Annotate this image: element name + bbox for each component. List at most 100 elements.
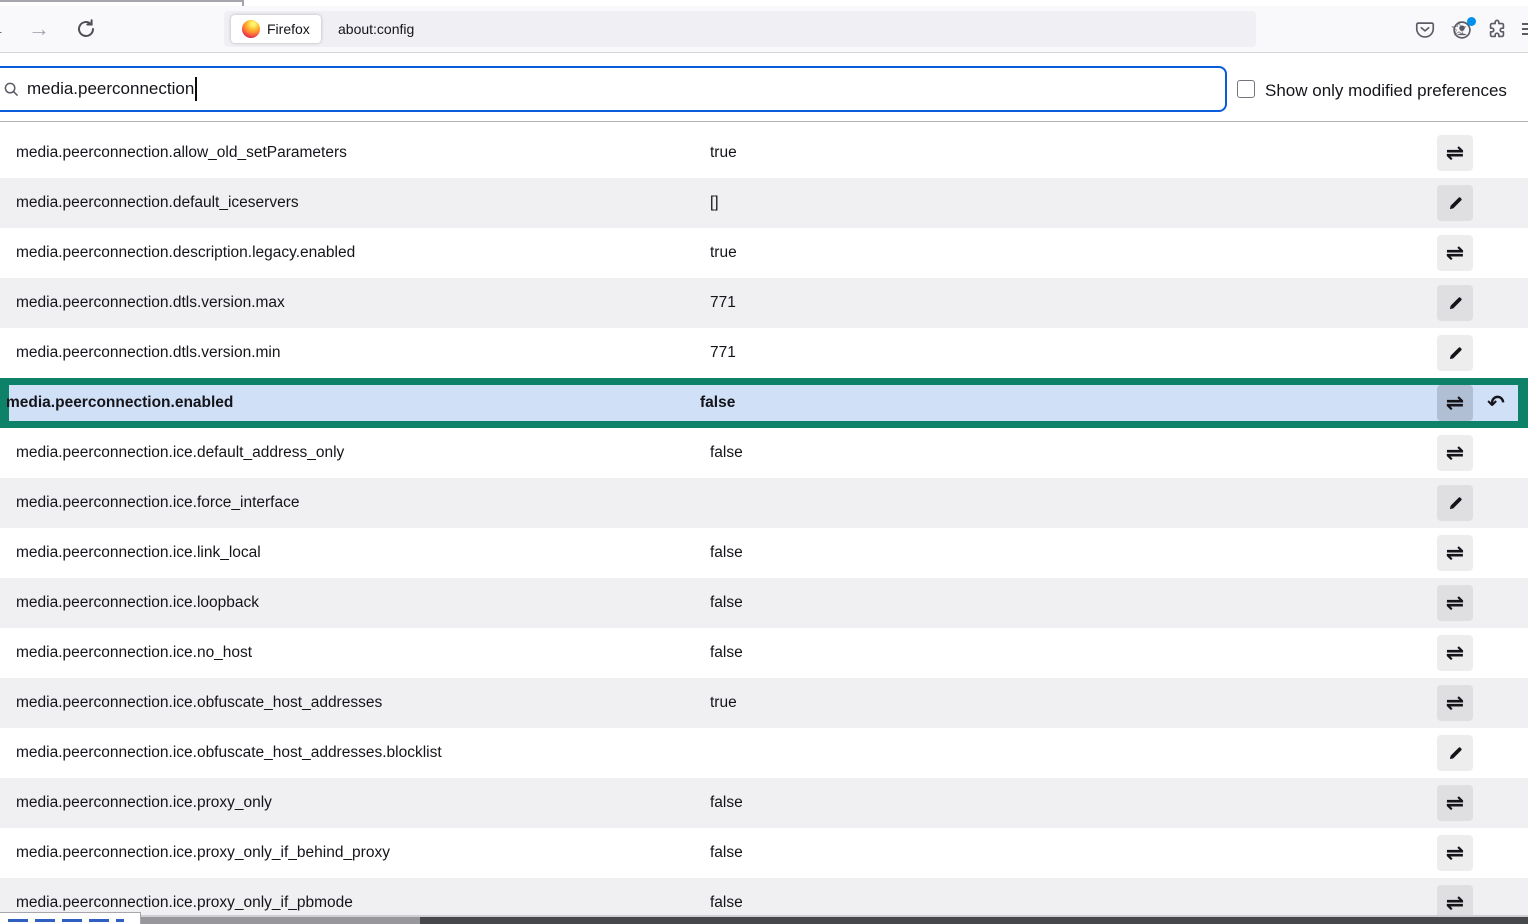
address-text[interactable]: about:config <box>338 21 414 37</box>
horizontal-scrollbar[interactable] <box>138 915 1528 924</box>
toggle-pref-button[interactable]: ⇌ <box>1437 835 1473 871</box>
toggle-pref-button[interactable]: ⇌ <box>1437 435 1473 471</box>
pref-row-media.peerconnection.ice.no_host[interactable]: media.peerconnection.ice.no_host false ⇌ <box>0 628 1528 678</box>
toggle-pref-button[interactable]: ⇌ <box>1437 785 1473 821</box>
tab-edge-line <box>0 0 244 2</box>
toggle-icon: ⇌ <box>1446 892 1464 914</box>
pencil-icon <box>1448 496 1463 511</box>
pref-value: true <box>710 144 737 162</box>
toggle-pref-button[interactable]: ⇌ <box>1437 585 1473 621</box>
toggle-icon: ⇌ <box>1446 842 1464 864</box>
config-search-section: media.peerconnection Show only modified … <box>0 53 1528 122</box>
pref-row-media.peerconnection.ice.loopback[interactable]: media.peerconnection.ice.loopback false … <box>0 578 1528 628</box>
pref-name: media.peerconnection.allow_old_setParame… <box>16 144 347 162</box>
toggle-icon: ⇌ <box>1446 392 1464 414</box>
pref-name: media.peerconnection.ice.obfuscate_host_… <box>16 744 442 762</box>
pocket-icon[interactable] <box>1414 19 1436 41</box>
pref-name: media.peerconnection.ice.force_interface <box>16 494 299 512</box>
pref-name: media.peerconnection.ice.proxy_only_if_p… <box>16 894 353 912</box>
app-menu-icon[interactable] <box>1522 23 1528 38</box>
search-icon <box>4 82 19 97</box>
forward-icon[interactable]: → <box>28 18 50 40</box>
browser-toolbar: ← → Firefox about:config ☆ <box>0 6 1528 53</box>
toggle-icon: ⇌ <box>1446 592 1464 614</box>
pref-row-media.peerconnection.enabled[interactable]: media.peerconnection.enabled false ⇌ ↶ <box>0 378 1528 428</box>
extensions-icon[interactable] <box>1486 19 1508 41</box>
pref-row-media.peerconnection.ice.proxy_only_if_behind_proxy[interactable]: media.peerconnection.ice.proxy_only_if_b… <box>0 828 1528 878</box>
edit-pref-button[interactable] <box>1437 735 1473 771</box>
edit-pref-button[interactable] <box>1437 285 1473 321</box>
toggle-pref-button[interactable]: ⇌ <box>1437 685 1473 721</box>
pref-row-media.peerconnection.dtls.version.max[interactable]: media.peerconnection.dtls.version.max 77… <box>0 278 1528 328</box>
toggle-icon: ⇌ <box>1446 792 1464 814</box>
edit-pref-button[interactable] <box>1437 485 1473 521</box>
pencil-icon <box>1448 196 1463 211</box>
pref-row-media.peerconnection.ice.link_local[interactable]: media.peerconnection.ice.link_local fals… <box>0 528 1528 578</box>
show-modified-label: Show only modified preferences <box>1265 81 1507 101</box>
text-caret <box>195 77 197 101</box>
pref-name: media.peerconnection.ice.obfuscate_host_… <box>16 694 382 712</box>
account-notification-dot <box>1467 17 1476 26</box>
pref-value: false <box>710 894 743 912</box>
pref-value: false <box>710 544 743 562</box>
show-modified-checkbox[interactable] <box>1237 80 1255 98</box>
toggle-pref-button[interactable]: ⇌ <box>1437 385 1473 421</box>
pref-value: 771 <box>710 344 736 362</box>
pref-value: [] <box>710 194 719 212</box>
back-icon[interactable]: ← <box>0 18 6 40</box>
pref-row-media.peerconnection.ice.proxy_only[interactable]: media.peerconnection.ice.proxy_only fals… <box>0 778 1528 828</box>
pref-row-media.peerconnection.ice.default_address_only[interactable]: media.peerconnection.ice.default_address… <box>0 428 1528 478</box>
pref-name: media.peerconnection.description.legacy.… <box>16 244 355 262</box>
pref-value: false <box>710 444 743 462</box>
reset-pref-button[interactable]: ↶ <box>1478 385 1514 421</box>
pref-name: media.peerconnection.ice.proxy_only <box>16 794 272 812</box>
pref-search-input[interactable]: media.peerconnection <box>0 66 1227 112</box>
pref-name: media.peerconnection.dtls.version.min <box>16 344 281 362</box>
url-bar[interactable]: Firefox about:config ☆ <box>224 11 1256 47</box>
edit-pref-button[interactable] <box>1437 335 1473 371</box>
toggle-icon: ⇌ <box>1446 542 1464 564</box>
pref-row-media.peerconnection.ice.obfuscate_host_addresses.blocklist[interactable]: media.peerconnection.ice.obfuscate_host_… <box>0 728 1528 778</box>
search-engine-label: Firefox <box>267 21 310 37</box>
pref-row-media.peerconnection.ice.force_interface[interactable]: media.peerconnection.ice.force_interface <box>0 478 1528 528</box>
edit-pref-button[interactable] <box>1437 185 1473 221</box>
pref-name: media.peerconnection.enabled <box>6 394 233 412</box>
pref-value: false <box>710 844 743 862</box>
pref-name: media.peerconnection.ice.link_local <box>16 544 261 562</box>
toggle-icon: ⇌ <box>1446 442 1464 464</box>
search-input-value: media.peerconnection <box>27 79 194 99</box>
firefox-logo-icon <box>242 20 260 38</box>
pref-row-media.peerconnection.ice.obfuscate_host_addresses[interactable]: media.peerconnection.ice.obfuscate_host_… <box>0 678 1528 728</box>
pref-name: media.peerconnection.ice.no_host <box>16 644 252 662</box>
pref-row-media.peerconnection.allow_old_setParameters[interactable]: media.peerconnection.allow_old_setParame… <box>0 128 1528 178</box>
pref-value: false <box>710 594 743 612</box>
pref-row-media.peerconnection.default_iceservers[interactable]: media.peerconnection.default_iceservers … <box>0 178 1528 228</box>
pref-name: media.peerconnection.ice.proxy_only_if_b… <box>16 844 390 862</box>
pencil-icon <box>1448 346 1463 361</box>
pref-value: 771 <box>710 294 736 312</box>
pref-value: true <box>710 694 737 712</box>
pencil-icon <box>1448 746 1463 761</box>
pref-name: media.peerconnection.dtls.version.max <box>16 294 285 312</box>
pref-value: true <box>710 244 737 262</box>
toggle-icon: ⇌ <box>1446 242 1464 264</box>
pref-value: false <box>710 644 743 662</box>
reload-icon[interactable] <box>74 17 98 41</box>
status-popup-cutoff <box>0 912 141 924</box>
toggle-icon: ⇌ <box>1446 142 1464 164</box>
scrollbar-thumb[interactable] <box>140 917 420 924</box>
status-link-text-sliver <box>8 919 124 922</box>
toggle-pref-button[interactable]: ⇌ <box>1437 535 1473 571</box>
toggle-pref-button[interactable]: ⇌ <box>1437 135 1473 171</box>
toggle-icon: ⇌ <box>1446 692 1464 714</box>
search-engine-chip[interactable]: Firefox <box>231 15 321 43</box>
toggle-icon: ⇌ <box>1446 642 1464 664</box>
toggle-pref-button[interactable]: ⇌ <box>1437 235 1473 271</box>
toggle-pref-button[interactable]: ⇌ <box>1437 635 1473 671</box>
pencil-icon <box>1448 296 1463 311</box>
pref-value: false <box>710 794 743 812</box>
reset-icon: ↶ <box>1487 393 1505 414</box>
pref-row-media.peerconnection.description.legacy.enabled[interactable]: media.peerconnection.description.legacy.… <box>0 228 1528 278</box>
pref-name: media.peerconnection.ice.loopback <box>16 594 259 612</box>
pref-row-media.peerconnection.dtls.version.min[interactable]: media.peerconnection.dtls.version.min 77… <box>0 328 1528 378</box>
